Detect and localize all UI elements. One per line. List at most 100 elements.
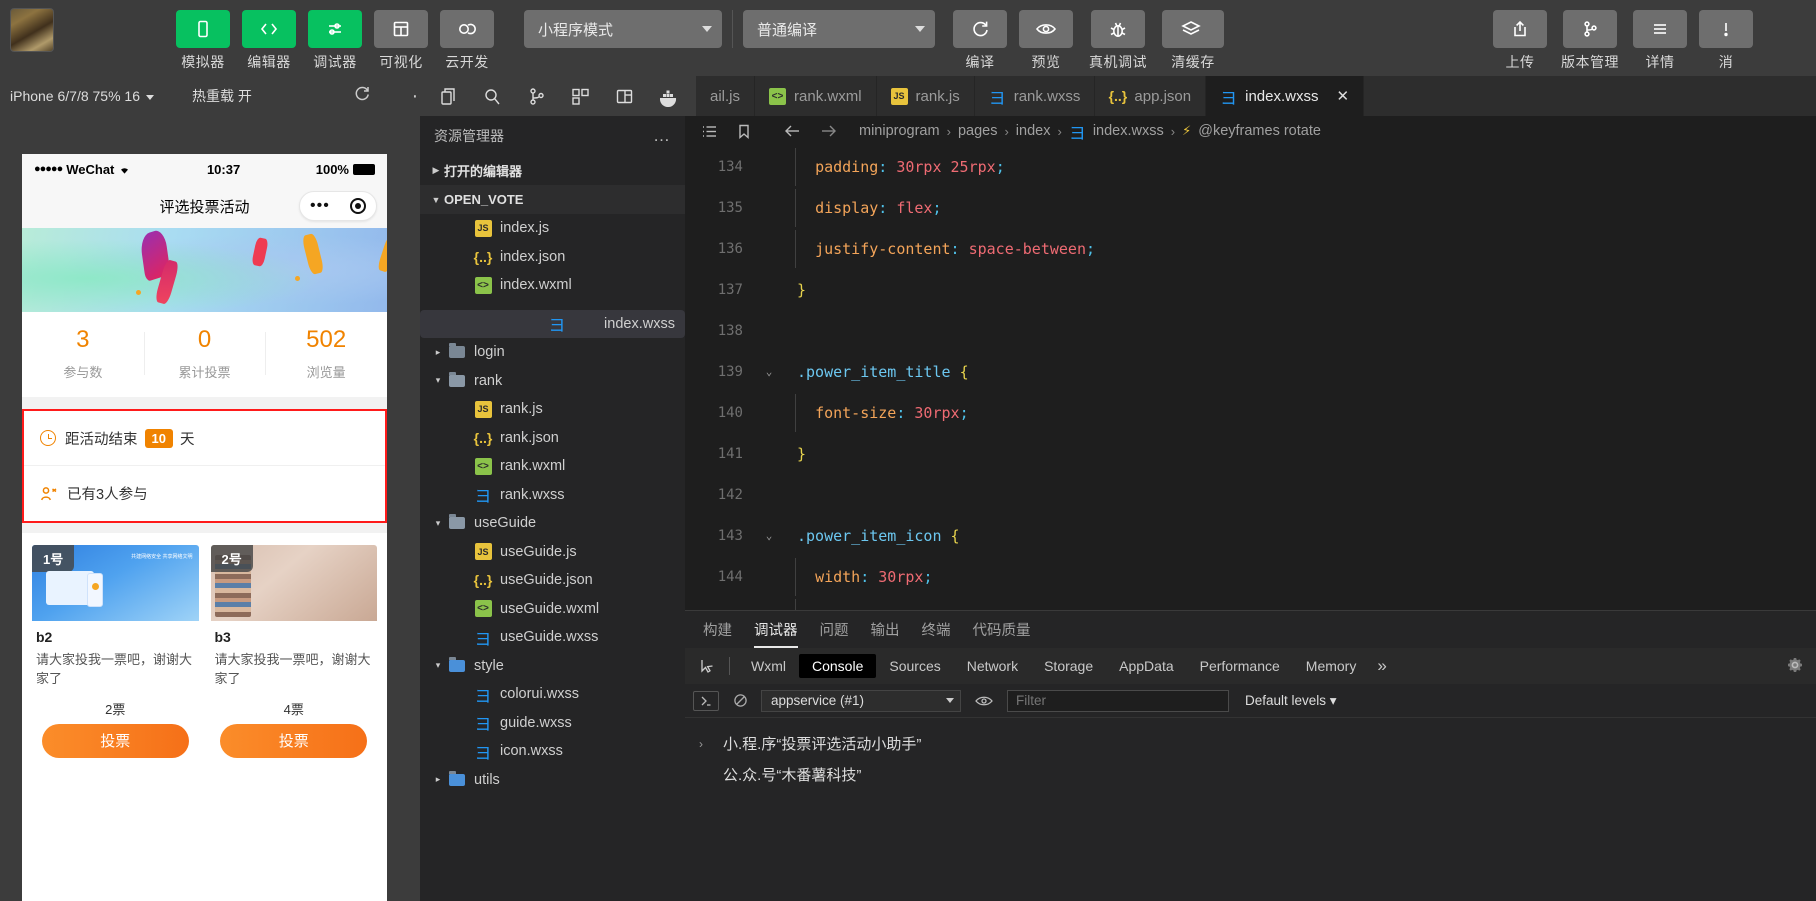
toolbar-item-preview[interactable]: 预览	[1013, 0, 1079, 72]
avatar[interactable]	[10, 8, 54, 52]
device-select[interactable]: iPhone 6/7/8 75% 16	[10, 88, 154, 104]
explorer-row[interactable]: {..} useGuide.json	[420, 566, 685, 595]
debugger-button[interactable]	[308, 10, 362, 48]
simulator-button[interactable]	[176, 10, 230, 48]
twisty-icon[interactable]: ▾	[430, 518, 446, 529]
panel-tab[interactable]: 代码质量	[973, 611, 1031, 648]
toolbar-item-debugger[interactable]: 调试器	[302, 0, 368, 72]
expand-arrow-icon[interactable]: ›	[699, 737, 715, 751]
breadcrumb-file[interactable]: index.wxss	[1093, 123, 1164, 139]
panel-tab[interactable]: 问题	[820, 611, 849, 648]
devtools-tab[interactable]: Console	[799, 654, 877, 678]
close-icon[interactable]: ✕	[1336, 87, 1349, 105]
explorer-row[interactable]: ヨ icon.wxss	[420, 737, 685, 766]
explorer-row[interactable]: <> useGuide.wxml	[420, 595, 685, 624]
candidate-card[interactable]: 2号 b3 请大家投我一票吧，谢谢大家了 4票 投票	[210, 545, 377, 758]
hotreload-select[interactable]: 热重载 开	[192, 86, 252, 106]
code-line[interactable]: 138	[685, 310, 1816, 351]
forward-arrow-icon[interactable]	[814, 123, 842, 139]
explorer-row[interactable]: {..} index.json	[420, 243, 685, 272]
explorer-row[interactable]: JS useGuide.js	[420, 538, 685, 567]
code-line[interactable]: 139 ⌄ .power_item_title {	[685, 351, 1816, 392]
more-tabs-icon[interactable]: »	[1377, 656, 1386, 676]
inspect-element-icon[interactable]	[695, 658, 721, 674]
toolbar-item-details[interactable]: 详情	[1627, 0, 1693, 72]
console-levels-select[interactable]: Default levels ▾	[1245, 693, 1337, 709]
toolbar-item-compile[interactable]: 编译	[947, 0, 1013, 72]
cloud-button[interactable]	[440, 10, 494, 48]
fold-icon[interactable]: ⌄	[759, 365, 779, 378]
code-line[interactable]: 134 padding: 30rpx 25rpx;	[685, 146, 1816, 187]
explorer-row[interactable]: JS rank.js	[420, 395, 685, 424]
clear-cache-button[interactable]	[1162, 10, 1224, 48]
code-line[interactable]: 143 ⌄ .power_item_icon {	[685, 515, 1816, 556]
explorer-row[interactable]: ヨ colorui.wxss	[420, 680, 685, 709]
clear-console-icon[interactable]	[729, 693, 751, 708]
code-content[interactable]: 134 padding: 30rpx 25rpx; 135 display: fl…	[685, 146, 1816, 638]
devtools-tab[interactable]: AppData	[1106, 654, 1186, 678]
tab-index-wxss[interactable]: ヨ index.wxss ✕	[1206, 76, 1365, 116]
project-section[interactable]: ▼ OPEN_VOTE	[420, 185, 685, 214]
devtools-tab[interactable]: Performance	[1187, 654, 1293, 678]
toolbar-item-visual[interactable]: 可视化	[368, 0, 434, 72]
tab-rank-js[interactable]: JS rank.js	[876, 76, 975, 116]
devtools-tab[interactable]: Memory	[1293, 654, 1370, 678]
explorer-row[interactable]: ヨ index.wxss	[420, 309, 685, 338]
panel-tab[interactable]: 终端	[922, 611, 951, 648]
execute-icon[interactable]	[693, 690, 719, 711]
explorer-row[interactable]: ▾ rank	[420, 367, 685, 396]
vote-button[interactable]: 投票	[220, 723, 367, 758]
tab-rank-wxss[interactable]: ヨ rank.wxss	[974, 76, 1096, 116]
more-dots-icon[interactable]: •••	[310, 197, 330, 215]
toolbar-item-cloud[interactable]: 云开发	[434, 0, 500, 72]
devtools-tab[interactable]: Network	[954, 654, 1031, 678]
explorer-row[interactable]: <> index.wxml	[420, 271, 685, 300]
back-arrow-icon[interactable]	[779, 123, 807, 139]
code-line[interactable]: 140 font-size: 30rpx;	[685, 392, 1816, 433]
explorer-more-button[interactable]: …	[653, 126, 671, 146]
candidate-card[interactable]: 1号 共建网络安全 共享网络文明 b2 请大家投我一票吧，谢谢大家了 2票 投票	[32, 545, 199, 758]
explorer-row[interactable]: ヨ rank.wxss	[420, 481, 685, 510]
files-icon[interactable]	[426, 76, 470, 116]
toolbar-item-simulator[interactable]: 模拟器	[170, 0, 236, 72]
open-editors-section[interactable]: ▶ 打开的编辑器	[420, 156, 685, 185]
explorer-row[interactable]: ヨ useGuide.wxss	[420, 623, 685, 652]
code-line[interactable]: 135 display: flex;	[685, 187, 1816, 228]
tab-app-json[interactable]: {..} app.json	[1095, 76, 1207, 116]
tab-ail-js[interactable]: ail.js	[696, 76, 756, 116]
close-circle-icon[interactable]	[349, 198, 366, 214]
breadcrumb-symbol[interactable]: @keyframes rotate	[1198, 123, 1321, 139]
devtools-tab[interactable]: Sources	[876, 654, 953, 678]
toolbar-item-upload[interactable]: 上传	[1487, 0, 1553, 72]
version-button[interactable]	[1563, 10, 1617, 48]
console-filter-input[interactable]	[1007, 689, 1229, 712]
compile-button[interactable]	[953, 10, 1007, 48]
toolbar-item-device-debug[interactable]: 真机调试	[1079, 0, 1157, 72]
search-icon[interactable]	[470, 76, 514, 116]
explorer-row[interactable]: ヨ guide.wxss	[420, 709, 685, 738]
twisty-icon[interactable]: ▾	[430, 660, 446, 671]
explorer-row[interactable]: {..} rank.json	[420, 424, 685, 453]
vote-button[interactable]: 投票	[41, 723, 189, 758]
compile-select[interactable]: 普通编译	[743, 10, 935, 48]
details-button[interactable]	[1633, 10, 1687, 48]
bookmark-icon[interactable]	[730, 123, 758, 140]
twisty-icon[interactable]: ▾	[430, 375, 446, 386]
live-expression-icon[interactable]	[971, 694, 997, 708]
code-line[interactable]: 141}	[685, 433, 1816, 474]
breadcrumb-pages[interactable]: pages	[958, 123, 998, 139]
outline-icon[interactable]	[695, 123, 723, 140]
code-line[interactable]: 137}	[685, 269, 1816, 310]
code-line[interactable]: 144 width: 30rpx;	[685, 556, 1816, 597]
code-line[interactable]: 136 justify-content: space-between;	[685, 228, 1816, 269]
breadcrumb-miniprogram[interactable]: miniprogram	[859, 123, 940, 139]
toolbar-item-version[interactable]: 版本管理	[1553, 0, 1627, 72]
devtools-tab[interactable]: Wxml	[738, 654, 799, 678]
explorer-row[interactable]: ▾ style	[420, 652, 685, 681]
tab-rank-wxml[interactable]: <> rank.wxml	[755, 76, 877, 116]
code-line[interactable]: 142	[685, 474, 1816, 515]
toolbar-item-editor[interactable]: 编辑器	[236, 0, 302, 72]
preview-button[interactable]	[1019, 10, 1073, 48]
toolbar-item-message[interactable]: 消	[1693, 0, 1759, 72]
explorer-row[interactable]: ▸ login	[420, 338, 685, 367]
